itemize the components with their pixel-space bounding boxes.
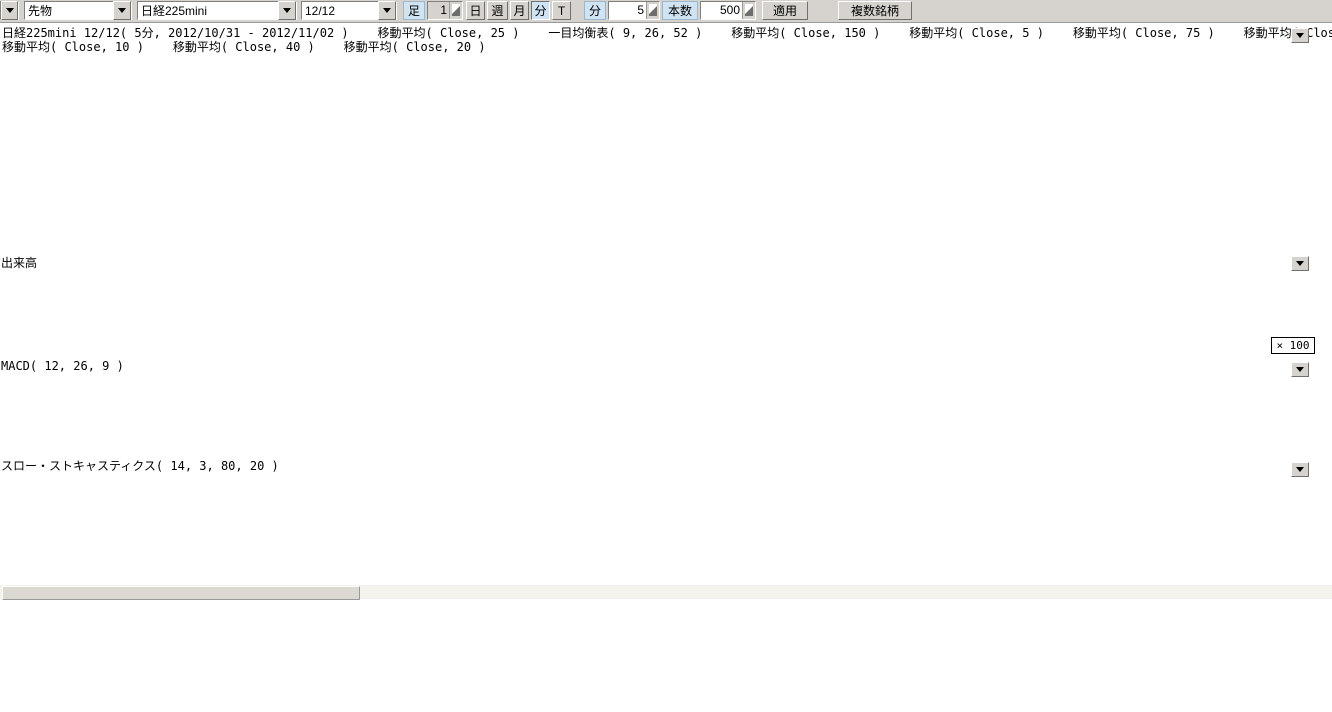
spinner-button[interactable] (646, 2, 659, 19)
window-toolbar: 先物 日経225mini 12/12 足 1 日 週 月 分 T 分 5 本数 … (0, 0, 1332, 23)
ashi-count-value: 1 (428, 2, 449, 19)
instrument-type-value: 先物 (25, 2, 113, 19)
period-button-minute[interactable]: 分 (531, 1, 550, 20)
chart-canvas[interactable]: 9,0809,0409,0008,9608,9208,880255.00115.… (0, 0, 1332, 712)
chevron-down-icon (1296, 367, 1304, 372)
chevron-down-icon (1296, 33, 1304, 38)
legend-line-2: 移動平均( Close, 10 ) 移動平均( Close, 40 ) 移動平均… (2, 38, 486, 55)
chart-application-window: 先物 日経225mini 12/12 足 1 日 週 月 分 T 分 5 本数 … (0, 0, 1332, 712)
volume-panel-label: 出来高 (1, 254, 37, 271)
ma25-line (0, 63, 1260, 208)
signal-markers (1242, 38, 1263, 98)
period-button-day[interactable]: 日 (466, 1, 485, 20)
spinner-button[interactable] (742, 2, 755, 19)
ashi-count-spinbox[interactable]: 1 (427, 1, 463, 20)
svg-text:20:00: 20:00 (725, 566, 758, 579)
svg-text:45.00: 45.00 (1277, 507, 1313, 521)
minute-value-spinbox[interactable]: 5 (608, 1, 660, 20)
stochastics-panel (0, 475, 1267, 543)
ichimoku-cloud (0, 105, 1263, 235)
chevron-down-icon (1296, 261, 1304, 266)
volume-panel-menu-button[interactable] (1291, 256, 1309, 271)
spinner-button[interactable] (449, 2, 462, 19)
svg-text:10:40: 10:40 (157, 566, 190, 579)
macd-panel-label: MACD( 12, 26, 9 ) (1, 359, 124, 373)
svg-text:17:20: 17:20 (535, 566, 568, 579)
macd-signal-line (0, 378, 1260, 437)
svg-text:01:20: 01:20 (1103, 566, 1136, 579)
combo-arrow-icon[interactable] (278, 1, 296, 20)
stoch-k-line (0, 475, 1260, 543)
scrollbar-thumb[interactable] (2, 586, 360, 600)
svg-text:14:40: 14:40 (441, 566, 474, 579)
svg-text:8,920: 8,920 (1277, 189, 1313, 203)
svg-text:9,040: 9,040 (1277, 71, 1313, 85)
svg-text:13:20: 13:20 (346, 566, 379, 579)
volume-multiplier-badge: × 100 (1271, 337, 1315, 354)
contract-month-value: 12/12 (302, 4, 378, 18)
multi-symbol-button[interactable]: 複数銘柄 (838, 1, 912, 20)
thin-ma-lines (0, 66, 1260, 231)
period-button-week[interactable]: 週 (487, 1, 508, 20)
svg-text:11/02: 11/02 (1009, 566, 1042, 579)
bars-count-value: 500 (701, 2, 742, 19)
svg-text:255.00: 255.00 (1277, 269, 1320, 283)
stoch-d-line (0, 476, 1260, 542)
chikou-span-line (0, 58, 1260, 220)
mini-combo[interactable] (0, 1, 19, 20)
apply-button[interactable]: 適用 (762, 1, 808, 20)
svg-text:21:20: 21:20 (819, 566, 852, 579)
period-button-month[interactable]: 月 (510, 1, 529, 20)
price-panel-menu-button[interactable] (1291, 28, 1309, 43)
gridlines (0, 30, 1267, 558)
svg-text:22:40: 22:40 (914, 566, 947, 579)
combo-arrow-icon[interactable] (1, 1, 18, 20)
svg-text:115.00: 115.00 (1277, 305, 1320, 319)
period-button-tick[interactable]: T (552, 1, 571, 20)
minute-unit-label: 分 (584, 1, 606, 20)
macd-panel (0, 374, 1267, 445)
macd-panel-menu-button[interactable] (1291, 362, 1309, 377)
svg-text:2.50: 2.50 (1277, 406, 1306, 420)
ashi-label: 足 (403, 1, 425, 20)
axis-labels: 9,0809,0409,0008,9608,9208,880255.00115.… (2, 31, 1320, 579)
svg-text:18:40: 18:40 (630, 566, 663, 579)
svg-text:9,000: 9,000 (1277, 110, 1313, 124)
svg-text:12:00: 12:00 (251, 566, 284, 579)
combo-arrow-icon[interactable] (378, 1, 396, 20)
candles (1, 41, 1264, 228)
svg-text:02:40: 02:40 (2, 566, 35, 579)
axes (0, 30, 1267, 563)
instrument-value: 日経225mini (138, 2, 278, 19)
svg-text:02:40: 02:40 (1198, 566, 1231, 579)
macd-line (0, 374, 1260, 445)
instrument-combo[interactable]: 日経225mini (137, 1, 297, 20)
svg-text:8,880: 8,880 (1277, 229, 1313, 243)
volume-panel (1, 290, 1264, 341)
horizontal-scrollbar[interactable] (0, 585, 1332, 599)
svg-text:8,960: 8,960 (1277, 150, 1313, 164)
instrument-type-combo[interactable]: 先物 (24, 1, 132, 20)
minute-value: 5 (609, 2, 646, 19)
stoch-panel-menu-button[interactable] (1291, 462, 1309, 477)
bars-count-spinbox[interactable]: 500 (700, 1, 756, 20)
price-panel (0, 41, 1264, 235)
chevron-down-icon (1296, 467, 1304, 472)
ma5-line (3, 51, 1263, 224)
bars-count-label: 本数 (662, 1, 698, 20)
contract-month-combo[interactable]: 12/12 (301, 1, 397, 20)
combo-arrow-icon[interactable] (113, 1, 131, 20)
stochastics-panel-label: スロー・ストキャスティクス( 14, 3, 80, 20 ) (1, 457, 279, 474)
svg-text:09:20: 09:20 (62, 566, 95, 579)
